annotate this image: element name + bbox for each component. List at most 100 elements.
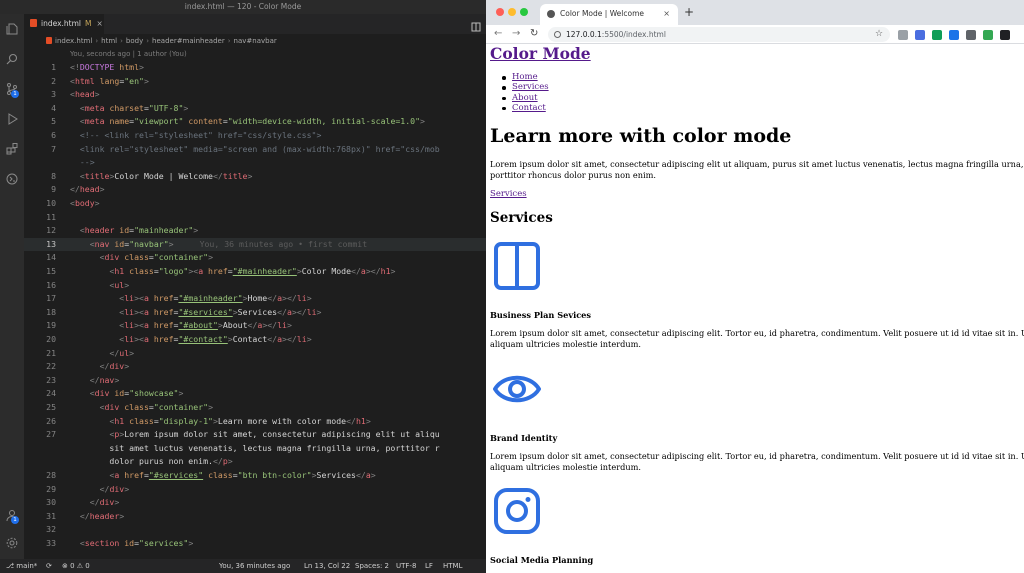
code-line[interactable]: 14 <div class="container"> (24, 251, 486, 265)
code-token: ></ (282, 293, 297, 304)
code-line[interactable]: 12 <header id="mainheader"> (24, 224, 486, 238)
code-line[interactable]: 7 <link rel="stylesheet" media="screen a… (24, 143, 486, 157)
code-line[interactable]: 16 <ul> (24, 279, 486, 293)
code-line[interactable]: 30 </div> (24, 496, 486, 510)
breadcrumb-item[interactable]: index.html (55, 37, 92, 45)
extension-icon[interactable] (932, 30, 942, 40)
code-line[interactable]: 23 </nav> (24, 374, 486, 388)
search-icon[interactable] (5, 52, 19, 66)
close-window-button[interactable] (496, 8, 504, 16)
nav-link-home[interactable]: Home (502, 72, 538, 82)
language-mode[interactable]: HTML (443, 559, 462, 573)
code-editor[interactable]: 1 <!DOCTYPE html> 2 <html lang="en"> 3 <head>… (24, 61, 486, 559)
code-token: "logo" (158, 266, 189, 276)
extension-icon[interactable] (898, 30, 908, 40)
code-line[interactable]: 24 <div id="showcase"> (24, 387, 486, 401)
settings-gear-icon[interactable] (5, 536, 19, 550)
services-link[interactable]: Services (490, 189, 527, 199)
code-line[interactable]: 4 <meta charset="UTF-8"> (24, 102, 486, 116)
code-line[interactable]: 20 <li><a href="#contact">Contact</a></l… (24, 333, 486, 347)
extension-icon[interactable] (1000, 30, 1010, 40)
tab-close-button[interactable]: × (96, 19, 102, 28)
blame-status[interactable]: You, 36 minutes ago (219, 559, 290, 573)
compare-changes-icon[interactable] (470, 18, 482, 32)
code-line[interactable]: 5 <meta name="viewport" content="width=d… (24, 115, 486, 129)
code-token: head (74, 89, 95, 100)
nav-link-services[interactable]: Services (502, 82, 549, 92)
code-line[interactable]: 11 (24, 211, 486, 225)
code-line[interactable]: 33 <section id="services"> (24, 537, 486, 551)
code-line[interactable]: 8 <title>Color Mode | Welcome</title> (24, 170, 486, 184)
code-line[interactable]: 22 </div> (24, 360, 486, 374)
tab-index-html[interactable]: index.html M × (24, 14, 104, 34)
new-tab-button[interactable]: + (684, 5, 694, 19)
code-text: <!-- <link rel="stylesheet" href="css/st… (70, 129, 322, 143)
encoding[interactable]: UTF-8 (396, 559, 416, 573)
end-of-line[interactable]: LF (425, 559, 433, 573)
breadcrumb-item[interactable]: header#mainheader (152, 37, 225, 45)
logo-link[interactable]: Color Mode (490, 45, 591, 63)
code-line[interactable]: 9 </head> (24, 183, 486, 197)
code-token: "btn btn-color" (237, 470, 312, 480)
breadcrumb-item[interactable]: body (126, 37, 143, 45)
code-line[interactable]: 27 <p>Lorem ipsum dolor sit amet, consec… (24, 428, 486, 442)
code-line[interactable]: 32 (24, 523, 486, 537)
code-line[interactable]: 10 <body> (24, 197, 486, 211)
code-line[interactable]: 15 <h1 class="logo"><a href="#mainheader… (24, 265, 486, 279)
codelens-blame[interactable]: You, seconds ago | 1 author (You) (70, 49, 187, 59)
code-token: </ (346, 415, 356, 426)
breadcrumb-item[interactable]: html (101, 37, 117, 45)
extension-icon[interactable] (949, 30, 959, 40)
extensions-icon[interactable] (5, 142, 19, 156)
bookmark-star-icon[interactable]: ☆ (875, 27, 883, 42)
extension-icon[interactable] (983, 30, 993, 40)
problems-indicator[interactable]: ⊗ 0 ⚠ 0 (62, 559, 90, 573)
code-token: > (208, 252, 213, 263)
sync-icon[interactable]: ⟳ (46, 559, 52, 573)
code-token: href (148, 293, 174, 304)
code-line[interactable]: 3 <head> (24, 88, 486, 102)
code-line[interactable]: 18 <li><a href="#services">Services</a><… (24, 306, 486, 320)
files-icon[interactable] (5, 22, 19, 36)
code-line[interactable]: --> (24, 156, 486, 170)
nav-link-contact[interactable]: Contact (502, 103, 546, 113)
code-line[interactable]: 2 <html lang="en"> (24, 75, 486, 89)
breadcrumb-item[interactable]: nav#navbar (234, 37, 277, 45)
code-line[interactable]: sit amet luctus venenatis, lectus magna … (24, 442, 486, 456)
code-line[interactable]: 28 <a href="#services" class="btn btn-co… (24, 469, 486, 483)
code-token: content (183, 116, 223, 127)
cursor-position[interactable]: Ln 13, Col 22 (304, 559, 350, 573)
reload-button[interactable]: ↻ (530, 27, 538, 41)
extension-icon[interactable] (915, 30, 925, 40)
minimize-window-button[interactable] (508, 8, 516, 16)
back-button[interactable]: ← (494, 27, 502, 41)
forward-button[interactable]: → (512, 27, 520, 41)
run-debug-icon[interactable] (5, 112, 19, 126)
remote-icon[interactable] (5, 172, 19, 186)
extension-icon[interactable] (966, 30, 976, 40)
code-line[interactable]: 13 <nav id="navbar"> You, 36 minutes ago … (24, 237, 486, 252)
indentation[interactable]: Spaces: 2 (355, 559, 389, 573)
browser-tab-close-button[interactable]: × (663, 4, 670, 23)
site-info-icon[interactable] (554, 31, 561, 38)
code-line[interactable]: 31 </header> (24, 510, 486, 524)
code-token: > (365, 415, 371, 426)
address-bar[interactable]: 127.0.0.1:5500/index.html (548, 27, 890, 42)
code-line[interactable]: dolor purus non enim.</p> (24, 455, 486, 469)
code-line[interactable]: 21 </ul> (24, 347, 486, 361)
code-line[interactable]: 19 <li><a href="#about">About</a></li> (24, 319, 486, 333)
browser-tab[interactable]: Color Mode | Welcome × (540, 4, 678, 25)
code-line[interactable]: 29 </div> (24, 483, 486, 497)
code-line[interactable]: 6 <!-- <link rel="stylesheet" href="css/… (24, 129, 486, 143)
code-line[interactable]: 25 <div class="container"> (24, 401, 486, 415)
nav-link-about[interactable]: About (502, 93, 538, 103)
branch-indicator[interactable]: ⎇ main* (6, 559, 37, 573)
code-line[interactable]: 1 <!DOCTYPE html> (24, 61, 486, 75)
code-line[interactable]: 26 <h1 class="display-1">Learn more with… (24, 415, 486, 429)
code-line[interactable]: 17 <li><a href="#mainheader">Home</a></l… (24, 292, 486, 306)
zoom-window-button[interactable] (520, 8, 528, 16)
breadcrumb-separator-icon: › (227, 37, 231, 45)
